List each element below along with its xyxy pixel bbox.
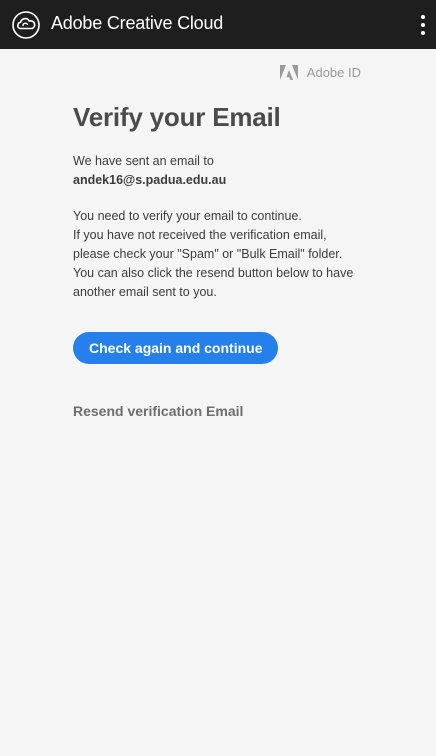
adobe-id-label: Adobe ID: [306, 65, 361, 80]
verify-panel: Verify your Email We have sent an email …: [73, 100, 373, 302]
page-title: Verify your Email: [73, 102, 281, 132]
email-address: andek16@s.padua.edu.au: [73, 173, 227, 187]
instruction-line: please check your "Spam" or "Bulk Email"…: [73, 247, 343, 261]
instruction-line: another email sent to you.: [73, 285, 217, 299]
instruction-line: You need to verify your email to continu…: [73, 209, 302, 223]
app-title: Adobe Creative Cloud: [51, 13, 224, 33]
check-again-button[interactable]: Check again and continue: [73, 332, 279, 364]
adobe-id-brand: Adobe ID: [279, 65, 361, 80]
creative-cloud-logo-icon: [12, 11, 40, 39]
more-options-icon[interactable]: [419, 15, 427, 35]
adobe-logo-icon: [279, 65, 298, 80]
sent-notice: We have sent an email to: [73, 154, 214, 168]
instructions-text: You need to verify your email to continu…: [73, 207, 373, 302]
resend-verification-link[interactable]: Resend verification Email: [73, 403, 243, 419]
instruction-line: If you have not received the verificatio…: [73, 228, 327, 242]
title-bar: Adobe Creative Cloud: [0, 0, 436, 49]
instruction-line: You can also click the resend button bel…: [73, 266, 354, 280]
